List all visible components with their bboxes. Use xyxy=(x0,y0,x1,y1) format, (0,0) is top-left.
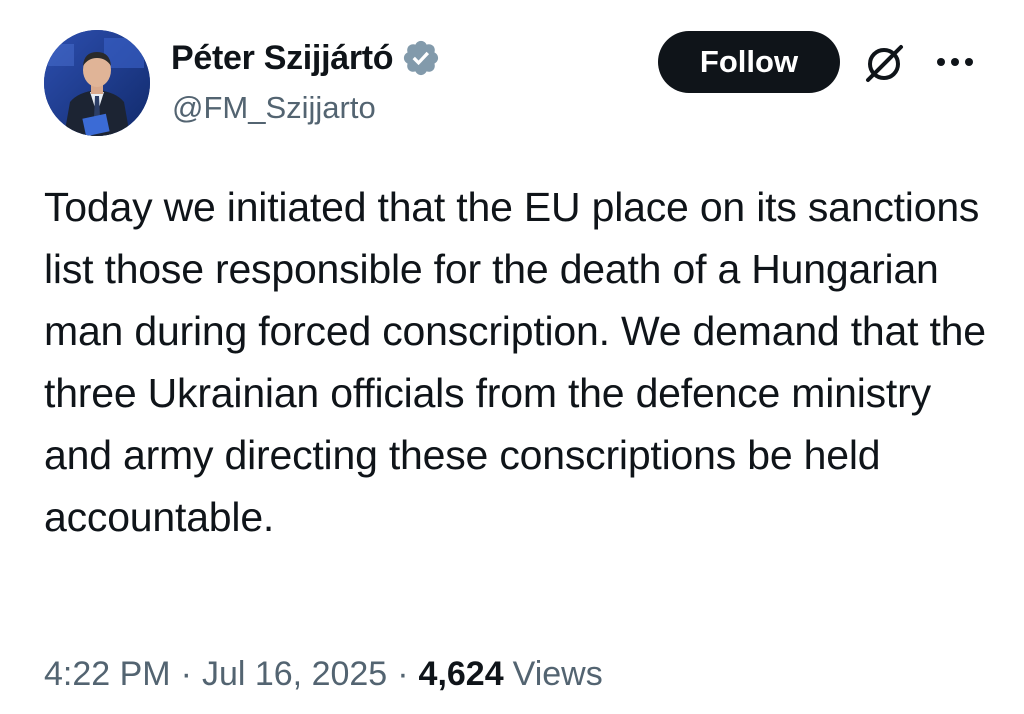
more-dots-icon[interactable] xyxy=(933,52,977,72)
meta-separator: · xyxy=(180,655,192,693)
author-display-name[interactable]: Péter Szijjártó xyxy=(171,39,394,78)
tweet-meta: 4:22 PM · Jul 16, 2025 · 4,624 Views xyxy=(44,655,603,694)
verified-badge-icon[interactable] xyxy=(401,38,441,78)
avatar[interactable] xyxy=(44,30,150,136)
avatar-image xyxy=(44,30,150,136)
follow-button[interactable]: Follow xyxy=(658,31,840,93)
author-name-row[interactable]: Péter Szijjártó xyxy=(171,38,441,78)
views-count[interactable]: 4,624 xyxy=(419,655,504,694)
meta-separator: · xyxy=(397,655,409,693)
tweet-text: Today we initiated that the EU place on … xyxy=(44,184,986,540)
views-label[interactable]: Views xyxy=(513,655,603,694)
tweet-time[interactable]: 4:22 PM xyxy=(44,655,171,694)
grok-icon[interactable] xyxy=(862,42,906,86)
tweet-date[interactable]: Jul 16, 2025 xyxy=(202,655,387,694)
author-handle[interactable]: @FM_Szijjarto xyxy=(172,90,376,126)
